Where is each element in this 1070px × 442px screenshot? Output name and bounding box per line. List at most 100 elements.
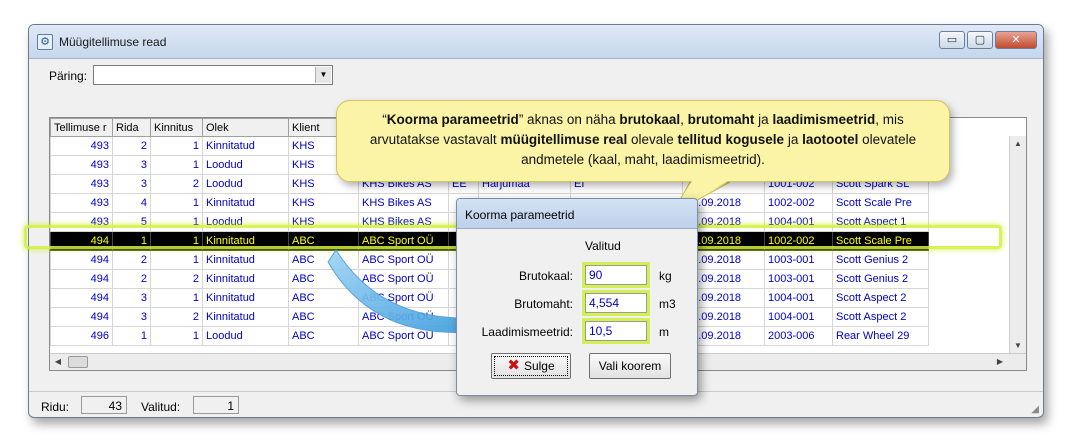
close-dialog-label: Sulge bbox=[523, 359, 555, 373]
table-cell: 3 bbox=[112, 288, 151, 308]
callout-text: olevale bbox=[627, 132, 678, 147]
table-cell: ABC Sport OÜ bbox=[358, 250, 449, 270]
table-cell: 493 bbox=[50, 174, 113, 194]
table-cell: ABC bbox=[288, 250, 359, 270]
scroll-left-icon[interactable]: ◀ bbox=[50, 354, 66, 370]
table-cell: ABC Sport OÜ bbox=[358, 326, 449, 346]
query-select[interactable]: ▼ bbox=[93, 65, 333, 85]
table-cell: KHS bbox=[288, 193, 359, 213]
choose-load-button[interactable]: Vali koorem bbox=[589, 353, 671, 379]
window-titlebar[interactable]: ⚙ Müügitellimuse read ▭ ▢ ✕ bbox=[29, 25, 1043, 59]
app-settings-icon: ⚙ bbox=[37, 34, 53, 50]
callout-text: ja bbox=[754, 112, 773, 127]
table-cell: 2 bbox=[112, 136, 151, 156]
close-dialog-button[interactable]: ✖ Sulge bbox=[491, 353, 571, 379]
table-cell: 3 bbox=[112, 307, 151, 327]
maximize-button[interactable]: ▢ bbox=[967, 31, 993, 49]
callout-bold-text: tellitud kogusele bbox=[677, 132, 785, 147]
table-cell: 1 bbox=[112, 231, 151, 251]
callout-bold-text: müügitellimuse real bbox=[500, 132, 628, 147]
table-cell: ABC bbox=[288, 269, 359, 289]
table-cell: Scott Genius 2 bbox=[832, 250, 929, 270]
table-cell: 3 bbox=[112, 174, 151, 194]
column-header[interactable]: Tellimuse r bbox=[50, 118, 113, 137]
scroll-down-icon[interactable]: ▼ bbox=[1010, 338, 1026, 354]
table-cell: ABC Sport OÜ bbox=[358, 307, 449, 327]
table-cell: 2 bbox=[112, 250, 151, 270]
table-cell: 1 bbox=[150, 155, 203, 175]
table-cell: 1 bbox=[150, 136, 203, 156]
minimize-button[interactable]: ▭ bbox=[939, 31, 965, 49]
callout-bold-text: laotootel bbox=[802, 132, 859, 147]
scroll-right-icon[interactable]: ▶ bbox=[992, 354, 1008, 370]
scroll-up-icon[interactable]: ▲ bbox=[1010, 136, 1026, 152]
annotation-callout: “Koorma parameetrid” aknas on näha bruto… bbox=[336, 100, 950, 182]
column-header[interactable]: Kinnitus bbox=[150, 118, 203, 137]
table-cell: Scott Scale Pre bbox=[832, 231, 929, 251]
table-cell: 2 bbox=[112, 269, 151, 289]
callout-text: ja bbox=[784, 132, 803, 147]
gross-weight-label: Brutokaal: bbox=[518, 269, 573, 283]
close-window-button[interactable]: ✕ bbox=[995, 31, 1037, 49]
table-cell: 2003-006 bbox=[764, 326, 833, 346]
table-cell: 494 bbox=[50, 288, 113, 308]
table-cell: 1002-002 bbox=[764, 193, 833, 213]
table-cell: 493 bbox=[50, 193, 113, 213]
callout-bold-text: laadimismeetrid bbox=[772, 112, 876, 127]
dialog-title[interactable]: Koorma parameetrid bbox=[457, 199, 697, 229]
table-cell: KHS Bikes AS bbox=[358, 212, 449, 232]
table-cell: Kinnitatud bbox=[202, 193, 289, 213]
column-header[interactable]: Olek bbox=[202, 118, 289, 137]
table-cell: 1003-001 bbox=[764, 269, 833, 289]
table-cell: 1004-001 bbox=[764, 307, 833, 327]
table-cell: ABC Sport OÜ bbox=[358, 269, 449, 289]
table-cell: 2 bbox=[150, 307, 203, 327]
loading-meters-field[interactable]: 10,5 bbox=[582, 318, 650, 344]
table-cell: 493 bbox=[50, 212, 113, 232]
loading-meters-unit: m bbox=[659, 325, 669, 339]
horizontal-scroll-thumb[interactable] bbox=[68, 356, 88, 368]
table-cell: Kinnitatud bbox=[202, 231, 289, 251]
rows-count-label: Ridu: bbox=[41, 400, 70, 414]
callout-bold-text: brutokaal bbox=[619, 112, 681, 127]
gross-volume-field[interactable]: 4,554 bbox=[582, 290, 650, 316]
close-icon: ✖ bbox=[507, 357, 520, 374]
table-cell: 5 bbox=[112, 212, 151, 232]
table-cell: Loodud bbox=[202, 326, 289, 346]
table-cell: Loodud bbox=[202, 212, 289, 232]
table-cell: 1 bbox=[150, 193, 203, 213]
callout-bold-text: Koorma parameetrid bbox=[386, 112, 519, 127]
vertical-scrollbar[interactable]: ▲ ▼ bbox=[1009, 136, 1026, 354]
gross-weight-field[interactable]: 90 bbox=[582, 262, 650, 288]
table-cell: 2 bbox=[150, 269, 203, 289]
gross-weight-unit: kg bbox=[659, 269, 672, 283]
table-cell: 1004-001 bbox=[764, 288, 833, 308]
table-cell: 1 bbox=[150, 231, 203, 251]
table-cell: Kinnitatud bbox=[202, 288, 289, 308]
gross-volume-label: Brutomaht: bbox=[514, 297, 573, 311]
window-title: Müügitellimuse read bbox=[59, 35, 167, 49]
resize-grip-icon[interactable]: ◢ bbox=[1031, 404, 1039, 415]
loading-meters-label: Laadimismeetrid: bbox=[481, 325, 573, 339]
callout-bold-text: brutomaht bbox=[687, 112, 755, 127]
table-cell: KHS Bikes AS bbox=[358, 193, 449, 213]
selected-count-value: 1 bbox=[193, 396, 239, 414]
table-cell: Scott Aspect 1 bbox=[832, 212, 929, 232]
window-controls: ▭ ▢ ✕ bbox=[939, 31, 1037, 51]
table-cell: Kinnitatud bbox=[202, 250, 289, 270]
column-header[interactable]: Rida bbox=[112, 118, 151, 137]
table-cell: 1 bbox=[150, 288, 203, 308]
table-cell: 1004-001 bbox=[764, 212, 833, 232]
table-cell: 1003-001 bbox=[764, 250, 833, 270]
table-cell: Scott Genius 2 bbox=[832, 269, 929, 289]
table-cell: 1002-002 bbox=[764, 231, 833, 251]
table-cell: Scott Scale Pre bbox=[832, 193, 929, 213]
callout-text: , bbox=[680, 112, 688, 127]
chevron-down-icon[interactable]: ▼ bbox=[315, 67, 331, 83]
table-cell: 494 bbox=[50, 269, 113, 289]
dialog-column-header: Valitud bbox=[585, 239, 621, 253]
selected-count-label: Valitud: bbox=[141, 400, 181, 414]
table-cell: Loodud bbox=[202, 155, 289, 175]
table-cell: Kinnitatud bbox=[202, 307, 289, 327]
table-cell: Kinnitatud bbox=[202, 269, 289, 289]
